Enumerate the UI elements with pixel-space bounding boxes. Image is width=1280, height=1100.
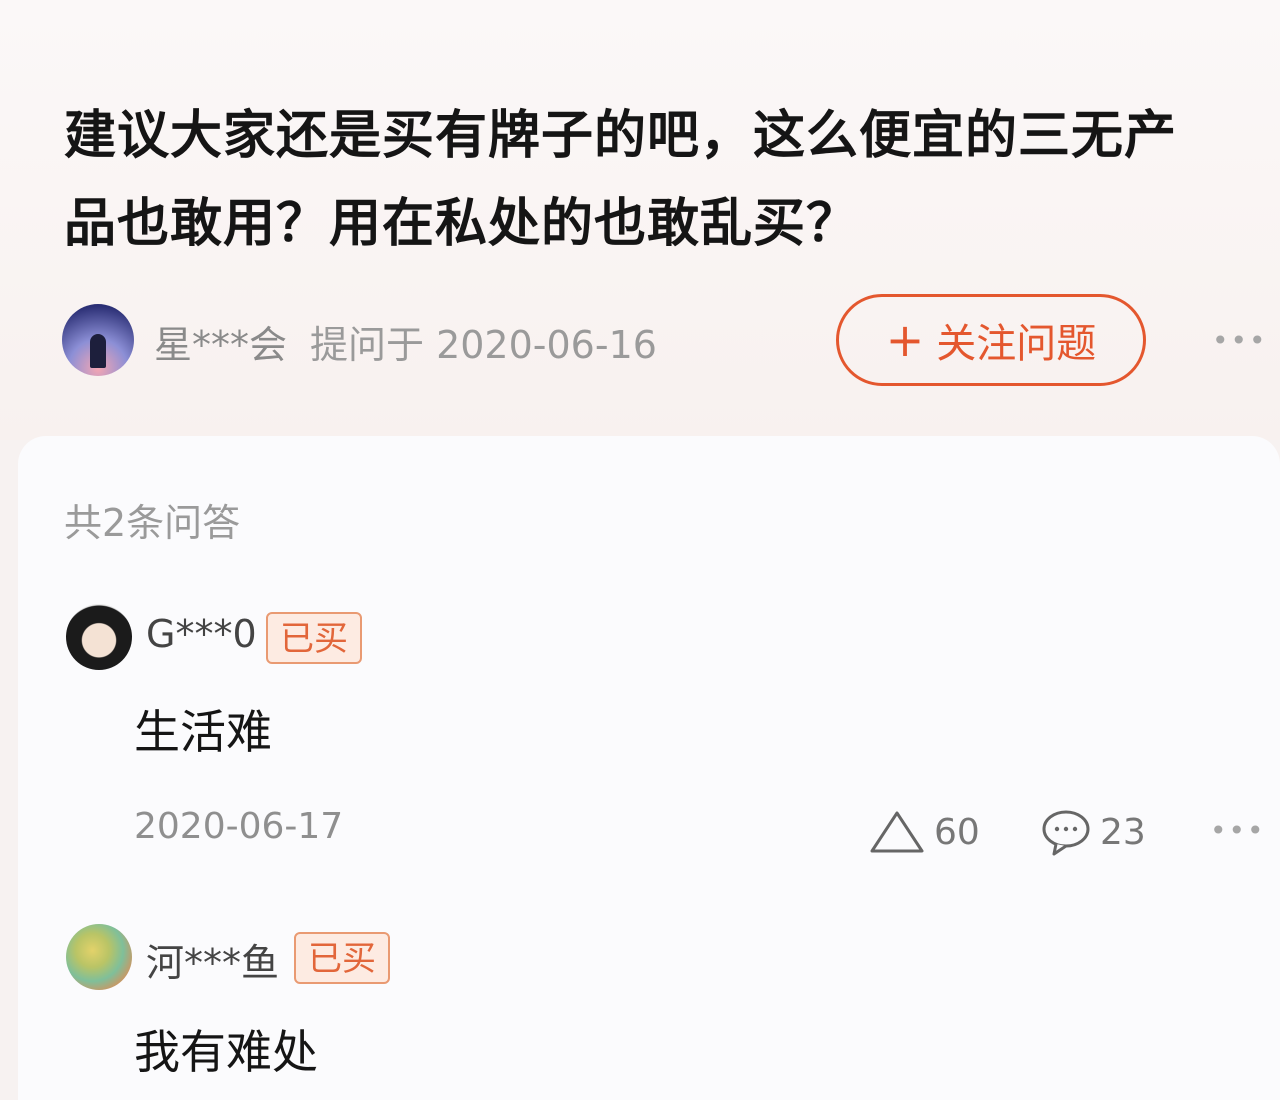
follow-question-button[interactable]: + 关注问题 (836, 294, 1146, 386)
like-button[interactable]: 60 (868, 804, 980, 860)
answer-text: 生活难 (134, 705, 272, 759)
answer-user-name[interactable]: 河***鱼 (146, 932, 279, 987)
asker-row: 星***会 提问于 2020-06-16 + 关注问题 ••• (62, 294, 1266, 386)
question-title: 建议大家还是买有牌子的吧，这么便宜的三无产品也敢用？用在私处的也敢乱买？ (64, 106, 1178, 254)
comment-count: 23 (1100, 811, 1146, 853)
bought-badge: 已买 (266, 612, 362, 664)
answer-date: 2020-06-17 (134, 806, 344, 847)
asker-avatar[interactable] (62, 304, 134, 376)
thumbs-up-triangle-icon (870, 811, 924, 853)
comment-button[interactable]: 23 (1040, 804, 1146, 860)
asker-name[interactable]: 星***会 (154, 314, 287, 369)
question-header: 建议大家还是买有牌子的吧，这么便宜的三无产品也敢用？用在私处的也敢乱买？ 星**… (0, 0, 1280, 440)
comment-icon (1042, 810, 1090, 856)
answer-user-name[interactable]: G***0 (146, 612, 257, 656)
avatar[interactable] (66, 924, 132, 990)
ellipsis-icon[interactable]: ••• (1210, 814, 1266, 847)
answer-footer: 2020-06-17 60 23 ••• (18, 804, 1280, 860)
answer-text: 我有难处 (134, 1025, 318, 1079)
avatar[interactable] (66, 604, 132, 670)
bought-badge: 已买 (294, 932, 390, 984)
like-count: 60 (934, 811, 980, 853)
asked-date: 提问于 2020-06-16 (310, 323, 657, 367)
follow-question-label: 关注问题 (936, 321, 1097, 367)
answers-card: 共2条问答 G***0 已买 生活难 2020-06-17 60 23 ••• … (18, 436, 1280, 1100)
plus-icon: + (885, 313, 925, 367)
ellipsis-icon[interactable]: ••• (1212, 324, 1268, 357)
answer-count-label: 共2条问答 (64, 501, 241, 545)
